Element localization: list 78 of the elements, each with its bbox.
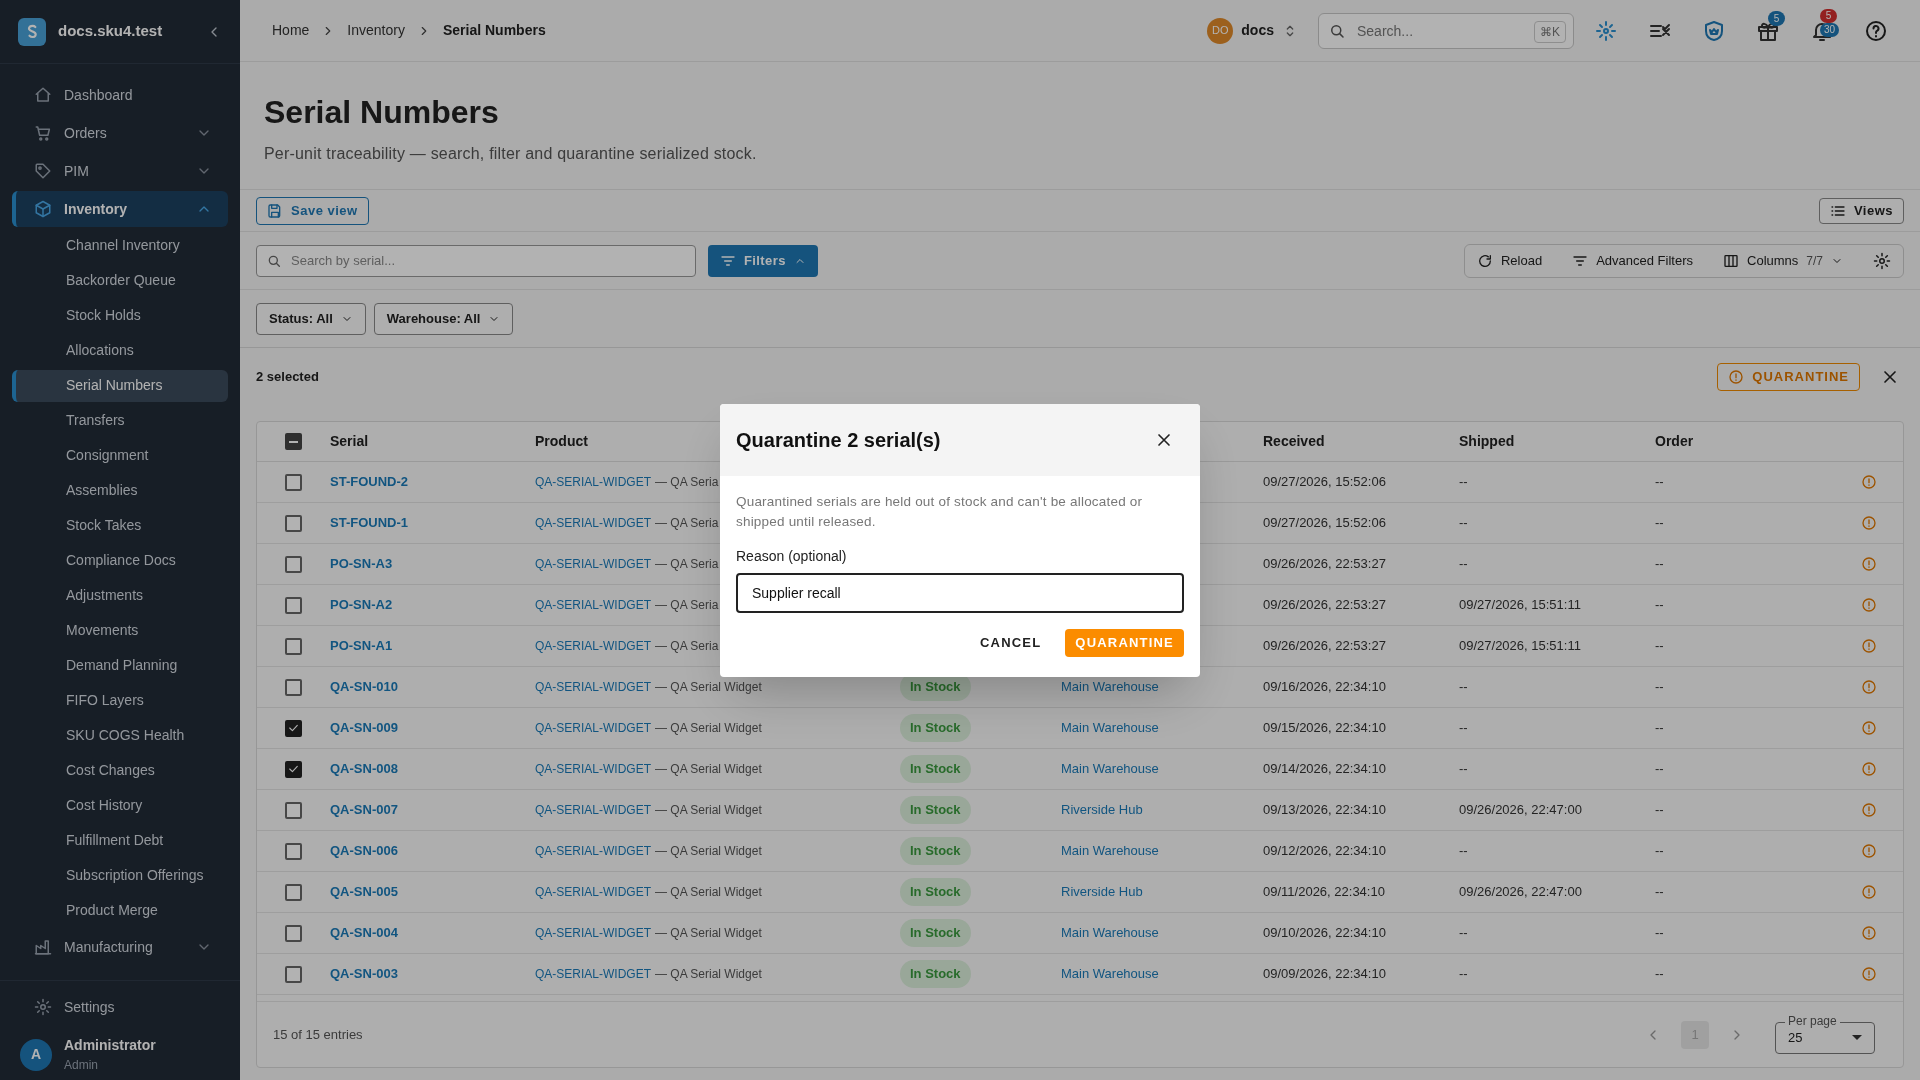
status-chip: In Stock bbox=[900, 837, 971, 865]
shipped-cell-text: -- bbox=[1459, 514, 1468, 533]
shipped-cell-text: -- bbox=[1459, 965, 1468, 984]
received-cell-text: 09/27/2026, 15:52:06 bbox=[1263, 473, 1386, 492]
shipped-cell-text: -- bbox=[1459, 842, 1468, 861]
count-badge: 5 bbox=[1820, 8, 1837, 23]
received-cell-text: 09/16/2026, 22:34:10 bbox=[1263, 678, 1386, 697]
received-cell-text: 09/10/2026, 22:34:10 bbox=[1263, 924, 1386, 943]
received-cell-text: 09/14/2026, 22:34:10 bbox=[1263, 760, 1386, 779]
product-name: — QA Serial Widget bbox=[655, 761, 762, 778]
order-cell-text: -- bbox=[1655, 965, 1664, 984]
shipped-cell-text: -- bbox=[1459, 555, 1468, 574]
dialog-title: Quarantine 2 serial(s) bbox=[736, 428, 941, 453]
status-chip: In Stock bbox=[900, 714, 971, 742]
received-cell-text: 09/27/2026, 15:52:06 bbox=[1263, 514, 1386, 533]
received-cell-text: 09/26/2026, 22:53:27 bbox=[1263, 596, 1386, 615]
per-page-value: 25 bbox=[1788, 1028, 1804, 1047]
shipped-cell-text: -- bbox=[1459, 473, 1468, 492]
user-avatar: A bbox=[20, 1038, 52, 1071]
count-badge: 5 bbox=[1768, 10, 1785, 26]
shipped-cell-text: -- bbox=[1459, 924, 1468, 943]
order-cell-text: -- bbox=[1655, 801, 1664, 820]
status-chip: In Stock bbox=[900, 755, 971, 783]
received-cell-text: 09/09/2026, 22:34:10 bbox=[1263, 965, 1386, 984]
order-cell-text: -- bbox=[1655, 924, 1664, 943]
shipped-cell-text: 09/26/2026, 22:47:00 bbox=[1459, 801, 1582, 820]
status-chip: In Stock bbox=[900, 960, 971, 988]
status-chip: In Stock bbox=[900, 796, 971, 824]
order-cell-text: -- bbox=[1655, 678, 1664, 697]
order-cell-text: -- bbox=[1655, 555, 1664, 574]
per-page-label: Per page bbox=[1785, 1013, 1840, 1028]
page-title: Serial Numbers bbox=[264, 93, 500, 132]
entries-count: 15 of 15 entries bbox=[273, 1025, 364, 1044]
shipped-cell-text: -- bbox=[1459, 719, 1468, 738]
status-chip: In Stock bbox=[900, 919, 971, 947]
product-name: — QA Serial Widget bbox=[655, 679, 762, 696]
brand-name: docs.sku4.test bbox=[58, 21, 164, 42]
order-cell-text: -- bbox=[1655, 760, 1664, 779]
received-cell-text: 09/12/2026, 22:34:10 bbox=[1263, 842, 1386, 861]
order-cell-text: -- bbox=[1655, 719, 1664, 738]
order-cell-text: -- bbox=[1655, 637, 1664, 656]
product-name: — QA Seria bbox=[655, 638, 719, 655]
field-label: Reason (optional) bbox=[736, 547, 848, 566]
shipped-cell-text: 09/26/2026, 22:47:00 bbox=[1459, 883, 1582, 902]
dialog-message: Quarantined serials are held out of stock and can't be allocated or shipped until released. bbox=[736, 493, 1144, 531]
order-cell-text: -- bbox=[1655, 473, 1664, 492]
selection-count: 2 selected bbox=[256, 367, 320, 386]
shortcut-hint: ⌘K bbox=[1534, 20, 1566, 43]
received-cell-text: 09/11/2026, 22:34:10 bbox=[1263, 883, 1385, 902]
column-count: 7/7 bbox=[1806, 252, 1823, 270]
product-name: — QA Seria bbox=[655, 474, 719, 491]
received-cell-text: 09/13/2026, 22:34:10 bbox=[1263, 801, 1386, 820]
count-badge: 30 bbox=[1820, 22, 1840, 37]
product-name: — QA Seria bbox=[655, 556, 719, 573]
order-cell-text: -- bbox=[1655, 596, 1664, 615]
shipped-cell-text: 09/27/2026, 15:51:11 bbox=[1459, 596, 1581, 615]
product-name: — QA Serial Widget bbox=[655, 966, 762, 983]
received-cell-text: 09/26/2026, 22:53:27 bbox=[1263, 637, 1386, 656]
received-cell-text: 09/15/2026, 22:34:10 bbox=[1263, 719, 1386, 738]
user-role: Admin bbox=[64, 1057, 99, 1074]
product-name: — QA Serial Widget bbox=[655, 843, 762, 860]
product-name: — QA Serial Widget bbox=[655, 802, 762, 819]
product-name: — QA Serial Widget bbox=[655, 720, 762, 737]
shipped-cell-text: -- bbox=[1459, 678, 1468, 697]
shipped-cell-text: 09/27/2026, 15:51:11 bbox=[1459, 637, 1581, 656]
product-name: — QA Seria bbox=[655, 515, 719, 532]
product-name: — QA Serial Widget bbox=[655, 884, 762, 901]
product-name: — QA Serial Widget bbox=[655, 925, 762, 942]
user-name: Administrator bbox=[64, 1036, 156, 1055]
received-cell-text: 09/26/2026, 22:53:27 bbox=[1263, 555, 1386, 574]
product-name: — QA Seria bbox=[655, 597, 719, 614]
page-subtitle: Per-unit traceability — search, filter and quarantine serialized stock. bbox=[264, 144, 758, 164]
order-cell-text: -- bbox=[1655, 883, 1664, 902]
order-cell-text: -- bbox=[1655, 842, 1664, 861]
status-chip: In Stock bbox=[900, 878, 971, 906]
order-cell-text: -- bbox=[1655, 514, 1664, 533]
workspace-avatar: DO bbox=[1207, 17, 1234, 44]
shipped-cell-text: -- bbox=[1459, 760, 1468, 779]
